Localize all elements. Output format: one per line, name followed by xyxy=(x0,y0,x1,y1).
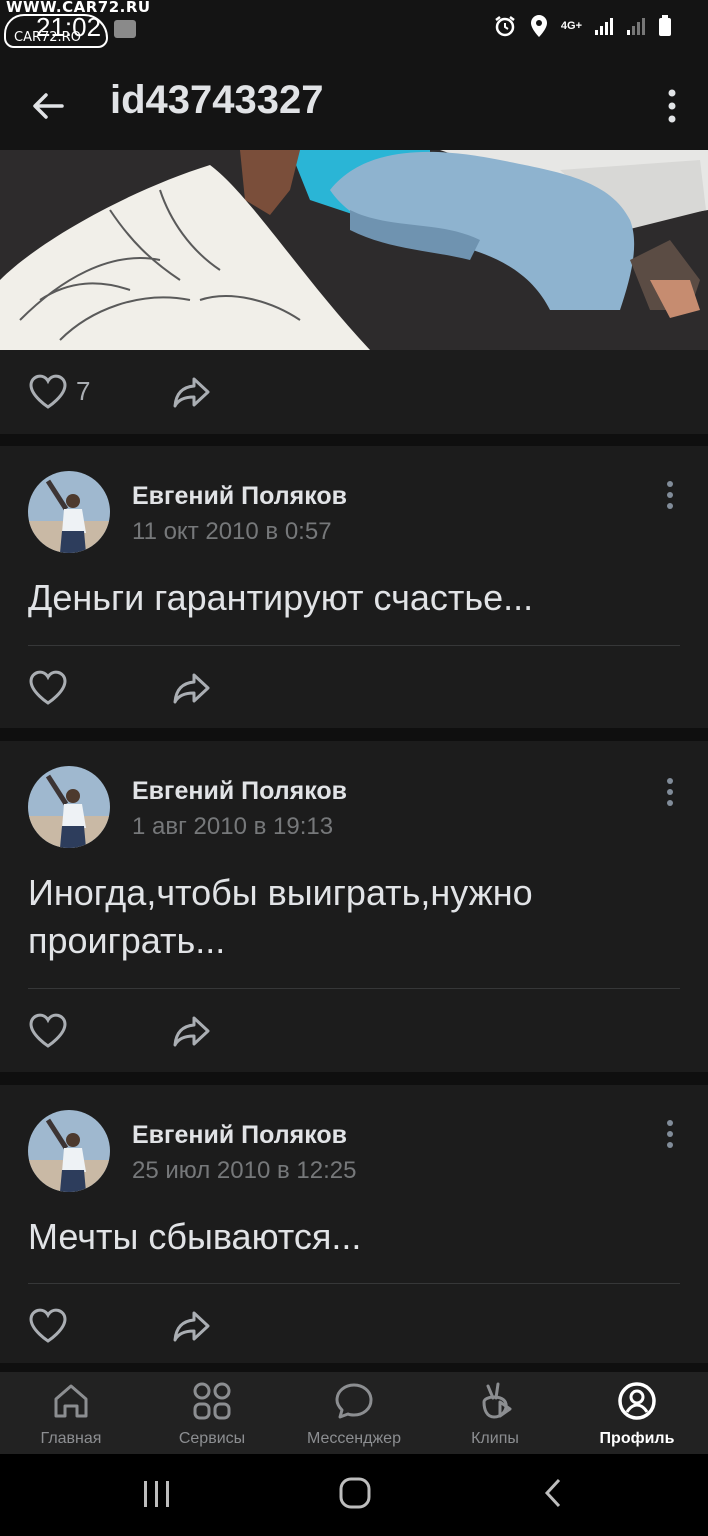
nav-label: Клипы xyxy=(471,1430,519,1447)
nav-label: Сервисы xyxy=(178,1430,246,1447)
system-navigation-bar xyxy=(0,1454,708,1536)
watermark-bottom: CAR72.RO xyxy=(14,30,81,45)
like-count: 7 xyxy=(76,376,91,406)
divider xyxy=(28,1283,680,1284)
recent-apps-icon[interactable] xyxy=(140,1478,174,1510)
bottom-navigation: Главная Сервисы Мессенджер Клипы Профиль xyxy=(0,1372,708,1454)
watermark-top: WWW.CAR72.RU xyxy=(6,0,151,16)
back-button-icon[interactable] xyxy=(540,1476,566,1510)
status-bar: 21:02 WWW.CAR72.RU CAR72.RO 4G+ xyxy=(0,0,708,60)
nav-label: Главная xyxy=(40,1430,102,1447)
post-date: 25 июл 2010 в 12:25 xyxy=(132,1157,357,1184)
clips-icon xyxy=(482,1382,512,1419)
home-icon xyxy=(54,1384,88,1418)
messenger-icon xyxy=(335,1383,373,1419)
nav-label: Мессенджер xyxy=(307,1430,401,1447)
post-author[interactable]: Евгений Поляков xyxy=(132,1121,347,1150)
network-type: 4G+ xyxy=(560,20,582,32)
post-date: 1 авг 2010 в 19:13 xyxy=(132,813,334,840)
profile-icon xyxy=(618,1382,656,1420)
post-photo[interactable] xyxy=(0,150,708,350)
nav-messenger[interactable]: Мессенджер xyxy=(283,1372,425,1454)
avatar[interactable] xyxy=(28,766,110,848)
location-icon xyxy=(530,15,547,37)
signal-icon-2 xyxy=(627,18,645,35)
avatar[interactable] xyxy=(28,1110,110,1192)
like-heart-icon[interactable] xyxy=(28,670,68,706)
post-date: 11 окт 2010 в 0:57 xyxy=(132,518,332,545)
services-icon xyxy=(193,1382,231,1420)
wall-post: Евгений Поляков 25 июл 2010 в 12:25 Мечт… xyxy=(0,1085,708,1363)
share-icon[interactable] xyxy=(172,670,212,706)
page-title: id43743327 xyxy=(110,78,324,122)
post-more-icon[interactable] xyxy=(666,480,674,510)
post-text: Иногда,чтобы выиграть,нужно проиграть... xyxy=(28,872,533,961)
divider xyxy=(28,988,680,989)
nav-profile[interactable]: Профиль xyxy=(566,1372,708,1454)
notification-icon xyxy=(114,20,136,38)
like-heart-icon[interactable] xyxy=(28,1308,68,1344)
post-text: Мечты сбываются... xyxy=(28,1216,362,1257)
nav-clips[interactable]: Клипы xyxy=(424,1372,566,1454)
more-vertical-icon[interactable] xyxy=(666,86,678,126)
app-bar: id43743327 xyxy=(0,60,708,150)
nav-label: Профиль xyxy=(599,1430,675,1447)
post-more-icon[interactable] xyxy=(666,1119,674,1149)
alarm-icon xyxy=(495,16,515,37)
signal-icon xyxy=(595,18,613,35)
post-author[interactable]: Евгений Поляков xyxy=(132,777,347,806)
share-icon[interactable] xyxy=(172,1013,212,1049)
post-more-icon[interactable] xyxy=(666,777,674,807)
nav-home[interactable]: Главная xyxy=(0,1372,142,1454)
post-text: Деньги гарантируют счастье... xyxy=(28,577,534,618)
divider xyxy=(28,645,680,646)
share-icon[interactable] xyxy=(172,1308,212,1344)
wall-post: Евгений Поляков 11 окт 2010 в 0:57 Деньг… xyxy=(0,446,708,728)
photo-actions: 7 xyxy=(0,350,708,434)
like-heart-icon[interactable] xyxy=(28,1013,68,1049)
post-author[interactable]: Евгений Поляков xyxy=(132,482,347,511)
wall-post: Евгений Поляков 1 авг 2010 в 19:13 Иногд… xyxy=(0,741,708,1072)
status-icons: 4G+ xyxy=(493,14,672,38)
nav-services[interactable]: Сервисы xyxy=(141,1372,283,1454)
like-heart-icon[interactable] xyxy=(28,374,68,410)
avatar[interactable] xyxy=(28,471,110,553)
back-arrow-icon[interactable] xyxy=(28,86,68,126)
battery-icon xyxy=(659,15,671,36)
home-button-icon[interactable] xyxy=(338,1476,372,1510)
share-icon[interactable] xyxy=(172,374,212,410)
